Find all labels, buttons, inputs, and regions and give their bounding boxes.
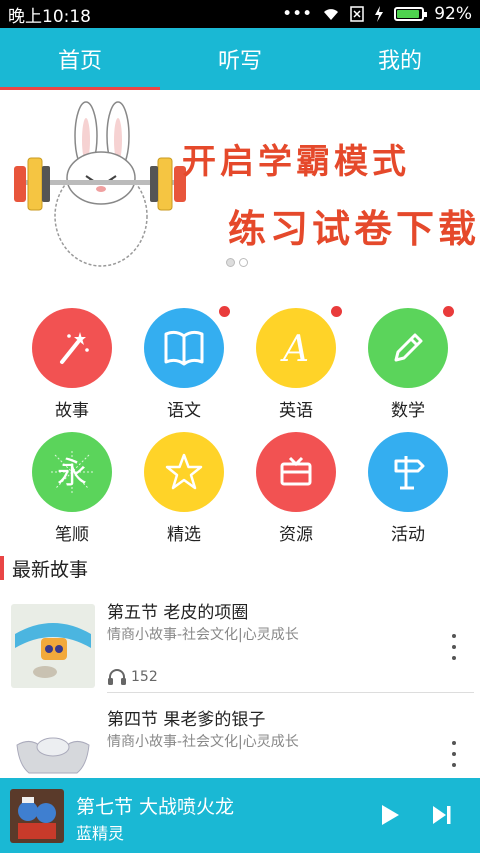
carousel-dot — [226, 258, 235, 267]
bunny-barbell-illustration — [14, 101, 186, 267]
now-playing-cover — [10, 789, 64, 843]
category-english-circle: A — [256, 306, 342, 388]
gift-box-icon — [280, 456, 312, 486]
tab-home-label: 首页 — [57, 49, 102, 74]
carousel-indicator — [226, 258, 248, 267]
now-playing-artist: 蓝精灵 — [76, 824, 125, 843]
category-story-label: 故事 — [55, 401, 89, 421]
list-item[interactable]: 第五节 老皮的项圈 情商小故事-社会文化|心灵成长 152 — [0, 596, 480, 700]
category-chinese-circle — [144, 306, 230, 388]
kebab-dot — [452, 763, 456, 767]
category-stroke-order-label: 笔顺 — [55, 525, 89, 545]
kebab-dot — [452, 645, 456, 649]
now-playing-title: 第七节 大战喷火龙 — [76, 796, 235, 818]
pencil-icon — [394, 333, 423, 362]
new-badge — [443, 306, 454, 317]
star-icon — [165, 453, 203, 490]
category-activities-circle — [368, 432, 448, 512]
kebab-dot — [452, 741, 456, 745]
stroke-order-icon: 永 — [51, 451, 93, 493]
status-time: 晚上10:18 — [8, 6, 91, 27]
charging-icon — [375, 6, 384, 22]
new-badge — [219, 306, 230, 317]
category-chinese-label: 语文 — [167, 401, 201, 421]
category-story[interactable]: 故事 — [16, 308, 128, 421]
battery-icon — [394, 7, 428, 21]
svg-text:A: A — [280, 329, 309, 368]
category-activities-label: 活动 — [391, 525, 425, 545]
category-featured-circle — [144, 432, 224, 512]
tab-dictation[interactable]: 听写 — [160, 28, 320, 90]
banner-carousel[interactable]: 开启学霸模式 练习试卷下载 — [0, 90, 480, 276]
new-badge — [331, 306, 342, 317]
tab-home[interactable]: 首页 — [0, 28, 160, 90]
kebab-dot — [452, 634, 456, 638]
category-math-label: 数学 — [391, 401, 425, 421]
category-featured-label: 精选 — [167, 525, 201, 545]
category-resources[interactable]: 资源 — [240, 432, 352, 545]
play-count-value: 152 — [131, 669, 158, 685]
skip-next-icon[interactable] — [430, 802, 454, 828]
story-subtitle: 情商小故事-社会文化|心灵成长 — [107, 627, 299, 643]
battery-percent: 92% — [434, 4, 472, 24]
dots-icon: ••• — [282, 4, 313, 24]
more-options-button[interactable] — [444, 634, 464, 660]
magic-wand-icon — [60, 332, 89, 364]
wifi-icon — [324, 9, 339, 20]
category-resources-label: 资源 — [279, 525, 313, 545]
tab-mine-label: 我的 — [377, 49, 422, 74]
story-title: 第五节 老皮的项圈 — [107, 603, 249, 623]
banner-headline: 开启学霸模式 — [182, 142, 410, 182]
category-english-label: 英语 — [279, 401, 313, 421]
kebab-dot — [452, 656, 456, 660]
letter-a-icon: A — [280, 329, 309, 368]
category-stroke-order-circle: 永 — [32, 432, 112, 512]
tab-bar: 首页 听写 我的 — [0, 28, 480, 90]
category-chinese[interactable]: 语文 — [128, 306, 240, 421]
battery-level — [397, 10, 420, 18]
tab-dictation-label: 听写 — [217, 49, 262, 74]
carousel-dot — [239, 258, 248, 267]
play-icon[interactable] — [378, 802, 402, 828]
tab-mine[interactable]: 我的 — [320, 28, 480, 90]
banner-subheadline: 练习试卷下载 — [228, 207, 480, 251]
section-header: 最新故事 — [0, 554, 480, 582]
category-stroke-order[interactable]: 永 笔顺 — [16, 432, 128, 545]
kebab-dot — [452, 752, 456, 756]
headphones-icon — [108, 669, 126, 685]
signpost-icon — [394, 456, 425, 490]
story-title: 第四节 果老爹的银子 — [107, 710, 266, 730]
no-sim-icon — [350, 6, 364, 22]
section-title: 最新故事 — [12, 558, 89, 581]
svg-text:永: 永 — [57, 456, 87, 491]
category-featured[interactable]: 精选 — [128, 432, 240, 545]
category-english[interactable]: A 英语 — [240, 306, 352, 421]
app-screen: 晚上10:18 ••• 92% 首页 听写 我的 开启学霸模式 练习试卷下载 故… — [0, 0, 480, 853]
section-accent-bar — [0, 556, 4, 580]
play-count: 152 — [107, 668, 158, 686]
category-math-circle — [368, 306, 454, 388]
status-icons: ••• 92% — [282, 4, 472, 24]
category-activities[interactable]: 活动 — [352, 432, 464, 545]
story-subtitle: 情商小故事-社会文化|心灵成长 — [107, 734, 299, 750]
category-math[interactable]: 数学 — [352, 306, 464, 421]
collar-image — [11, 604, 95, 688]
story-thumbnail — [11, 604, 95, 688]
book-icon — [164, 330, 204, 366]
category-story-circle — [32, 308, 112, 388]
list-divider — [107, 692, 474, 693]
category-resources-circle — [256, 432, 336, 512]
more-options-button[interactable] — [444, 741, 464, 767]
mini-player[interactable]: 第七节 大战喷火龙 蓝精灵 — [0, 778, 480, 853]
status-bar: 晚上10:18 ••• 92% — [0, 0, 480, 28]
album-art — [10, 789, 64, 843]
